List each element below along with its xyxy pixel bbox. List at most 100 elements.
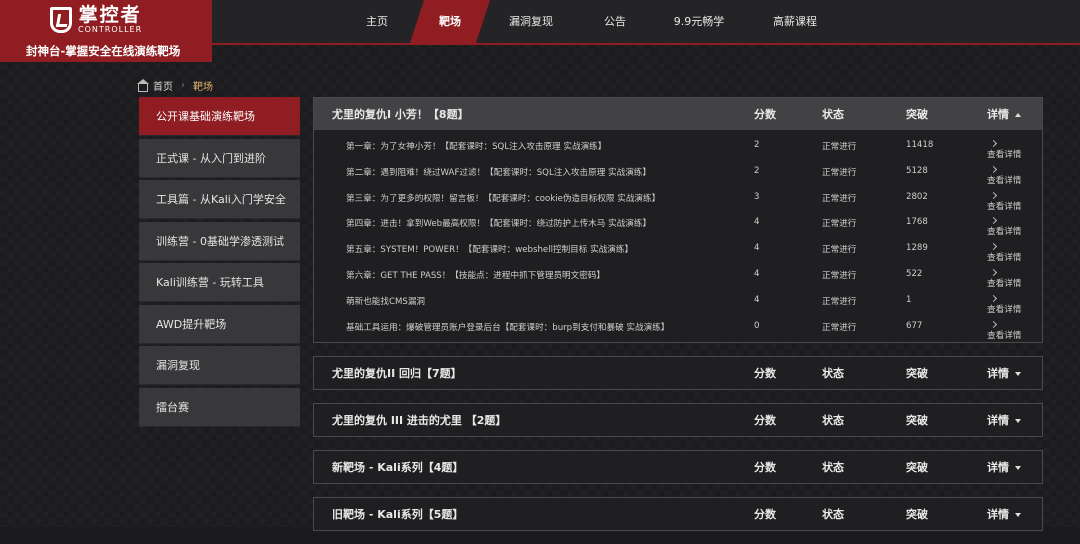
table-row: 第六章：GET THE PASS！【技能点：进程中抓下管理员明文密码】 4 正常… [314,261,1042,289]
sidebar-item-tools-kali[interactable]: 工具篇 - 从Kali入门学安全 [139,180,300,219]
row-solve: 677 [906,320,923,331]
site-slogan: 封神台-掌握安全在线演练靶场 [26,44,181,58]
col-solve: 突破 [906,461,928,475]
view-detail-link[interactable]: 查看详情 [987,139,1021,160]
challenge-group: 尤里的复仇 III 进击的尤里 【2题】 分数 状态 突破 详情 [313,403,1043,438]
col-detail[interactable]: 详情 [987,459,1021,475]
row-solve: 522 [906,268,923,279]
group-header[interactable]: 新靶场 - Kali系列【4题】 分数 状态 突破 详情 [314,451,1042,483]
col-score: 分数 [754,461,776,475]
col-status: 状态 [822,414,844,428]
challenge-group: 尤里的复仇Ⅰ 小芳！【8题】 分数 状态 突破 详情 第一章：为了女神小芳！【配… [313,97,1043,344]
breadcrumb: 首页 › 靶场 [137,78,213,93]
nav-vuln-repro[interactable]: 漏洞复现 [500,0,562,43]
row-score: 4 [754,243,760,254]
view-detail-link[interactable]: 查看详情 [987,320,1021,341]
sidebar-item-formal-course[interactable]: 正式课 - 从入门到进阶 [139,138,300,178]
chevron-right-icon [989,139,998,148]
challenge-group: 新靶场 - Kali系列【4题】 分数 状态 突破 详情 [313,450,1043,485]
col-detail[interactable]: 详情 [987,365,1021,381]
breadcrumb-current: 靶场 [193,82,213,93]
col-solve: 突破 [906,367,928,381]
nav-home[interactable]: 主页 [355,0,399,43]
sidebar-item-vuln-repro[interactable]: 漏洞复现 [139,346,300,385]
nav-premium-course[interactable]: 高薪课程 [764,0,826,43]
chevron-right-icon [989,294,998,302]
row-title: 第二章：遇到阻难！绕过WAF过滤！【配套课时：SQL注入攻击原理 实战演练】 [346,167,651,178]
col-status: 状态 [822,108,844,121]
sidebar-item-public-course[interactable]: 公开课基础演练靶场 [139,97,300,136]
col-detail[interactable]: 详情 [987,106,1021,122]
nav-99-course[interactable]: 9.9元畅学 [668,0,730,43]
row-status: 正常进行 [822,142,857,152]
group-title: 尤里的复仇Ⅰ 小芳！【8题】 [332,108,469,121]
challenge-group: 尤里的复仇II 回归【7题】 分数 状态 突破 详情 [313,356,1043,391]
challenge-group: 旧靶场 - Kali系列【5题】 分数 状态 突破 详情 [313,497,1043,532]
col-score: 分数 [754,508,776,522]
table-row: 第五章：SYSTEM！POWER！【配套课时：webshell控制目标 实战演练… [314,235,1042,263]
group-header[interactable]: 尤里的复仇 III 进击的尤里 【2题】 分数 状态 突破 详情 [314,404,1042,436]
col-detail[interactable]: 详情 [987,506,1021,522]
row-score: 2 [754,140,760,150]
row-status: 正常进行 [822,193,857,204]
caret-down-icon [1015,466,1021,471]
view-detail-link[interactable]: 查看详情 [987,191,1021,212]
view-detail-link[interactable]: 查看详情 [987,294,1021,315]
breadcrumb-separator: › [181,80,185,91]
sidebar-item-kali-camp[interactable]: Kali训练营 - 玩转工具 [139,263,300,302]
breadcrumb-home[interactable]: 首页 [153,78,173,93]
sidebar-item-training-camp[interactable]: 训练营 - 0基础学渗透测试 [139,221,300,261]
chevron-right-icon [989,268,998,277]
col-status: 状态 [822,508,844,522]
row-score: 4 [754,217,760,228]
group-title: 旧靶场 - Kali系列【5题】 [332,508,464,522]
row-status: 正常进行 [822,296,857,307]
row-title: 第六章：GET THE PASS！【技能点：进程中抓下管理员明文密码】 [346,270,606,281]
caret-down-icon [1015,372,1021,377]
chevron-right-icon [989,165,998,173]
row-status: 正常进行 [822,167,857,178]
group-header[interactable]: 旧靶场 - Kali系列【5题】 分数 状态 突破 详情 [314,498,1042,530]
row-solve: 11418 [906,140,934,150]
chevron-right-icon [989,217,998,225]
table-row: 第二章：遇到阻难！绕过WAF过滤！【配套课时：SQL注入攻击原理 实战演练】 2… [314,158,1042,186]
group-rows: 第一章：为了女神小芳！【配套课时：SQL注入攻击原理 实战演练】 2 正常进行 … [314,130,1042,342]
table-row: 第三章：为了更多的权限！留言板！【配套课时：cookie伪造目标权限 实战演练】… [314,184,1042,212]
row-title: 基础工具运用：爆破管理员账户登录后台【配套课时：burp到支付和暴破 实战演练】 [346,322,670,333]
table-row: 萌新也能找CMS漏洞 4 正常进行 1 查看详情 [314,287,1042,315]
row-score: 2 [754,165,760,176]
view-detail-link[interactable]: 查看详情 [987,268,1021,289]
nav-range[interactable]: 靶场 [410,0,490,43]
view-detail-link[interactable]: 查看详情 [987,243,1021,263]
nav-notice[interactable]: 公告 [594,0,636,43]
sidebar-item-awd[interactable]: AWD提升靶场 [139,304,300,344]
row-score: 4 [754,294,760,305]
row-status: 正常进行 [822,245,857,256]
row-score: 3 [754,191,760,202]
row-title: 第四章：进击！拿到Web最高权限！【配套课时：绕过防护上传木马 实战演练】 [346,219,652,230]
view-detail-link[interactable]: 查看详情 [987,165,1021,186]
col-score: 分数 [754,367,776,381]
row-solve: 5128 [906,165,928,176]
table-row: 基础工具运用：爆破管理员账户登录后台【配套课时：burp到支付和暴破 实战演练】… [314,313,1042,341]
chevron-right-icon [989,243,998,251]
sidebar: 公开课基础演练靶场 正式课 - 从入门到进阶 工具篇 - 从Kali入门学安全 … [139,97,300,429]
col-score: 分数 [754,108,776,121]
view-detail-link[interactable]: 查看详情 [987,217,1021,237]
table-row: 第一章：为了女神小芳！【配套课时：SQL注入攻击原理 实战演练】 2 正常进行 … [314,132,1042,160]
chevron-right-icon [989,320,998,328]
row-title: 萌新也能找CMS漏洞 [346,296,426,307]
sidebar-item-arena[interactable]: 擂台赛 [139,387,300,427]
row-score: 4 [754,268,760,279]
row-title: 第五章：SYSTEM！POWER！【配套课时：webshell控制目标 实战演练… [346,245,634,256]
table-row: 第四章：进击！拿到Web最高权限！【配套课时：绕过防护上传木马 实战演练】 4 … [314,209,1042,237]
col-solve: 突破 [906,108,928,121]
col-detail[interactable]: 详情 [987,412,1021,428]
group-header[interactable]: 尤里的复仇Ⅰ 小芳！【8题】 分数 状态 突破 详情 [314,98,1042,130]
row-status: 正常进行 [822,322,857,333]
col-solve: 突破 [906,508,928,522]
group-title: 新靶场 - Kali系列【4题】 [332,461,464,475]
group-header[interactable]: 尤里的复仇II 回归【7题】 分数 状态 突破 详情 [314,357,1042,389]
caret-up-icon [1015,113,1021,117]
main-nav: 主页 靶场 漏洞复现 公告 9.9元畅学 高薪课程 [0,0,1080,43]
